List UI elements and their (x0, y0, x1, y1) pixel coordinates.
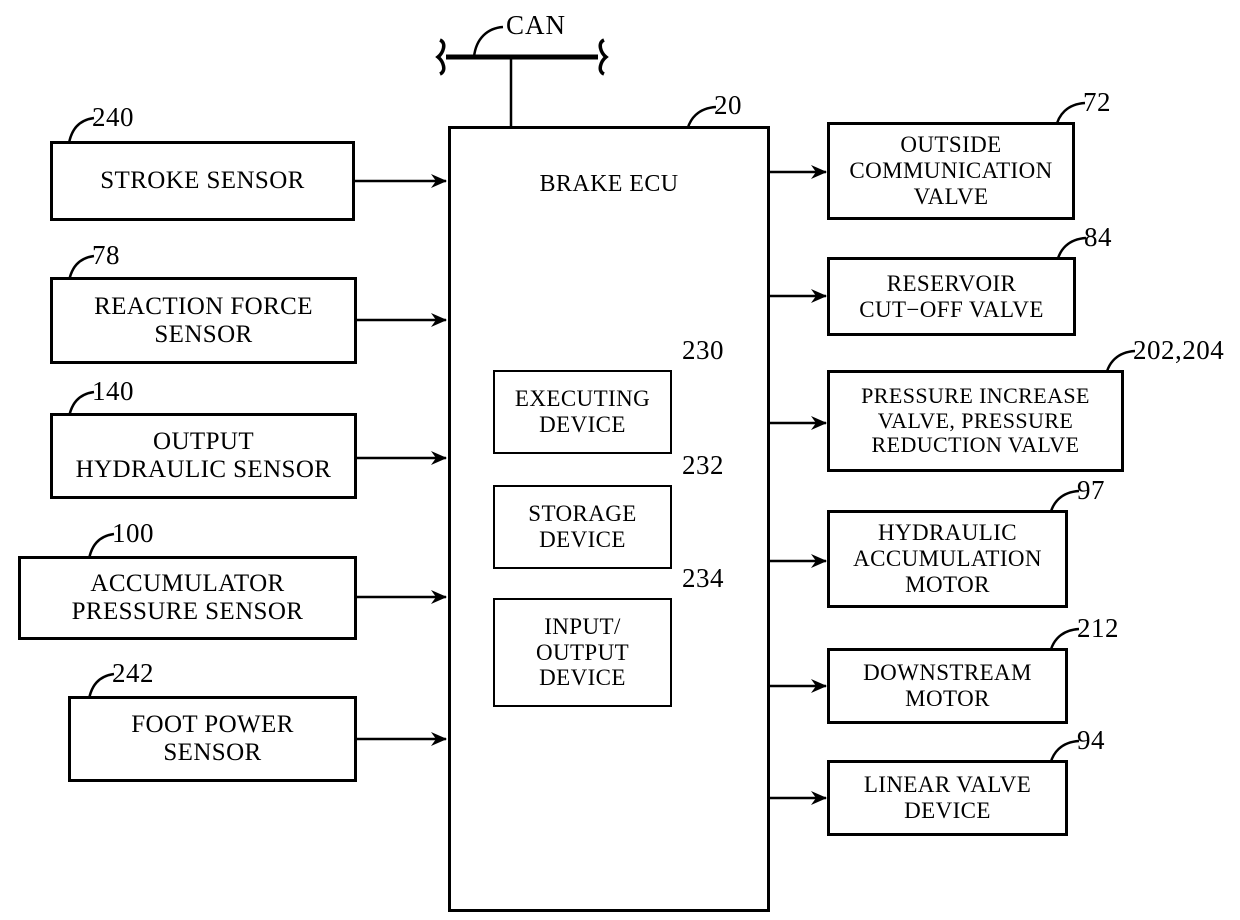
pressure-valves-block[interactable]: PRESSURE INCREASE VALVE, PRESSURE REDUCT… (827, 370, 1124, 472)
storage-device-block[interactable]: STORAGE DEVICE (493, 485, 672, 569)
accumulator-pressure-sensor-label: ACCUMULATOR PRESSURE SENSOR (71, 570, 304, 625)
pressure-valves-label: PRESSURE INCREASE VALVE, PRESSURE REDUCT… (861, 383, 1090, 458)
ref-number-accumulator-pressure-sensor: 100 (112, 518, 154, 548)
linear-valve-device-label: LINEAR VALVE DEVICE (863, 772, 1032, 823)
ref-number-input-output-device: 234 (682, 563, 724, 593)
foot-power-sensor-block[interactable]: FOOT POWER SENSOR (68, 696, 357, 782)
diagram-canvas: CAN BRAKE ECU 20 EXECUTING DEVICE 230 ST… (0, 0, 1240, 920)
stroke-sensor-block[interactable]: STROKE SENSOR (50, 141, 355, 221)
hydraulic-accumulation-motor-block[interactable]: HYDRAULIC ACCUMULATION MOTOR (827, 510, 1068, 608)
input-output-device-block[interactable]: INPUT/ OUTPUT DEVICE (493, 598, 672, 707)
input-output-device-label: INPUT/ OUTPUT DEVICE (535, 613, 630, 691)
ref-number-downstream-motor: 212 (1077, 613, 1119, 643)
output-hydraulic-sensor-block[interactable]: OUTPUT HYDRAULIC SENSOR (50, 413, 357, 499)
stroke-sensor-label: STROKE SENSOR (100, 167, 305, 194)
brake-ecu-label: BRAKE ECU (539, 171, 679, 197)
foot-power-sensor-label: FOOT POWER SENSOR (131, 711, 294, 766)
ref-number-brake-ecu: 20 (714, 90, 742, 120)
ref-number-output-hydraulic-sensor: 140 (92, 376, 134, 406)
linear-valve-device-block[interactable]: LINEAR VALVE DEVICE (827, 760, 1068, 836)
accumulator-pressure-sensor-block[interactable]: ACCUMULATOR PRESSURE SENSOR (18, 556, 357, 640)
output-hydraulic-sensor-label: OUTPUT HYDRAULIC SENSOR (75, 428, 332, 483)
ref-number-reaction-force-sensor: 78 (92, 240, 120, 270)
ref-number-linear-valve-device: 94 (1077, 725, 1105, 755)
hydraulic-accumulation-motor-label: HYDRAULIC ACCUMULATION MOTOR (853, 520, 1042, 597)
ref-number-storage-device: 232 (682, 450, 724, 480)
can-leader-line (472, 25, 504, 58)
ref-number-stroke-sensor: 240 (92, 102, 134, 132)
reservoir-cut-off-valve-block[interactable]: RESERVOIR CUT−OFF VALVE (827, 257, 1076, 336)
can-bus-right-cap (598, 38, 609, 76)
outside-communication-valve-block[interactable]: OUTSIDE COMMUNICATION VALVE (827, 122, 1075, 220)
can-bus-left-cap (435, 38, 446, 76)
downstream-motor-label: DOWNSTREAM MOTOR (863, 660, 1032, 711)
reaction-force-sensor-block[interactable]: REACTION FORCE SENSOR (50, 277, 357, 364)
reservoir-cut-off-valve-label: RESERVOIR CUT−OFF VALVE (859, 270, 1044, 322)
storage-device-label: STORAGE DEVICE (528, 501, 637, 552)
executing-device-block[interactable]: EXECUTING DEVICE (493, 370, 672, 454)
executing-device-label: EXECUTING DEVICE (514, 386, 651, 437)
ref-number-reservoir-cut-off-valve: 84 (1084, 222, 1112, 252)
ref-number-foot-power-sensor: 242 (112, 658, 154, 688)
ref-number-outside-communication-valve: 72 (1083, 87, 1111, 117)
can-bus-label: CAN (506, 10, 567, 40)
ref-number-pressure-valves: 202,204 (1133, 335, 1225, 365)
downstream-motor-block[interactable]: DOWNSTREAM MOTOR (827, 648, 1068, 724)
outside-communication-valve-label: OUTSIDE COMMUNICATION VALVE (849, 132, 1053, 209)
reaction-force-sensor-label: REACTION FORCE SENSOR (94, 292, 313, 348)
ref-number-hydraulic-accumulation-motor: 97 (1077, 475, 1105, 505)
ref-number-executing-device: 230 (682, 335, 724, 365)
